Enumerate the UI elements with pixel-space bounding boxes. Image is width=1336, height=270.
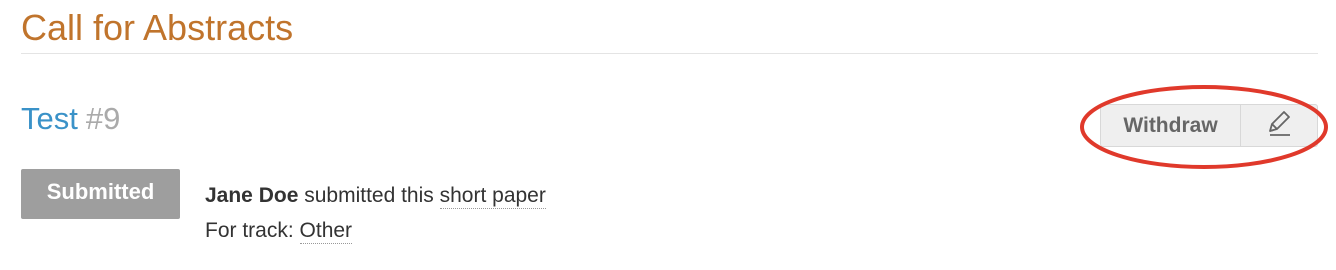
submission-line: Jane Doe submitted this short paper [205, 178, 546, 213]
status-badge: Submitted [21, 169, 180, 219]
abstract-meta: Jane Doe submitted this short paper For … [205, 178, 546, 248]
edit-button[interactable] [1241, 104, 1318, 147]
track-link[interactable]: Other [299, 219, 353, 244]
page-title: Call for Abstracts [21, 7, 294, 48]
abstract-number: #9 [85, 101, 121, 136]
abstract-toolbar: Withdraw [1100, 104, 1318, 147]
track-line: For track: Other [205, 213, 546, 248]
abstract-heading: Test #9 [21, 100, 120, 138]
pencil-icon [1264, 108, 1294, 143]
submitter-name: Jane Doe [205, 184, 299, 207]
withdraw-button[interactable]: Withdraw [1100, 104, 1241, 147]
submitted-text: submitted this [304, 184, 434, 207]
track-label: For track: [205, 219, 294, 242]
abstract-title: Test [21, 101, 78, 136]
title-divider [21, 53, 1318, 54]
contribution-type-link[interactable]: short paper [439, 184, 546, 209]
